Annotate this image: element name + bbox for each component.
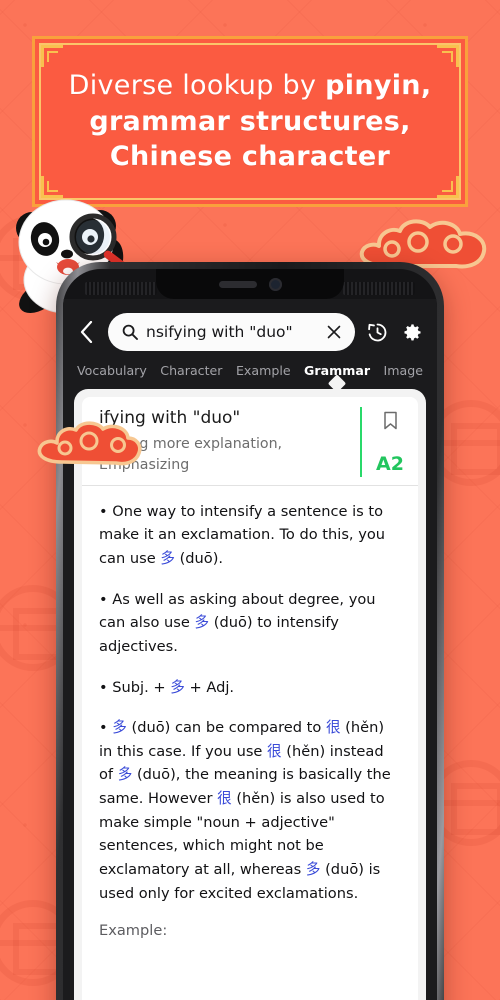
hanzi-term: 多 [112, 719, 127, 737]
search-icon [122, 324, 138, 340]
bookmark-button[interactable] [383, 411, 398, 434]
hanzi-term: 很 [217, 790, 232, 808]
paragraph-text: • Subj. + [99, 678, 171, 696]
paragraph-text: (duō) can be compared to [126, 719, 326, 737]
settings-button[interactable] [399, 319, 425, 345]
hanzi-term: 很 [325, 719, 341, 737]
earpiece-speaker-icon [218, 280, 257, 288]
content-panel: ifying with "duo" Adding more explanatio… [74, 389, 426, 1000]
cloud-decoration-icon [37, 421, 142, 466]
hanzi-term: 多 [194, 614, 210, 632]
history-clock-icon [367, 323, 386, 341]
app-screen: nsifying with "duo" Vocabulary Character… [63, 299, 437, 1000]
grammar-paragraph: • Subj. + 多 + Adj. [99, 676, 401, 700]
paragraph-text: • One way to intensify a sentence is to … [99, 502, 386, 567]
headline-banner: Diverse lookup by pinyin, grammar struct… [32, 36, 468, 207]
bookmark-outline-icon [383, 411, 397, 430]
phone-notch [156, 269, 344, 299]
tab-vocabulary[interactable]: Vocabulary [77, 363, 147, 389]
headline-text: Diverse lookup by pinyin, grammar struct… [53, 68, 448, 176]
hanzi-term: 很 [267, 742, 282, 760]
front-camera-icon [268, 277, 282, 291]
headline-line-1-plain: Diverse lookup by [68, 69, 326, 101]
grammar-card-header-side: A2 [360, 407, 418, 477]
speaker-grille [343, 282, 415, 295]
banner-corner-ornament [437, 45, 459, 67]
search-input[interactable]: nsifying with "duo" [108, 313, 355, 351]
clear-search-button[interactable] [325, 323, 343, 341]
hanzi-term: 多 [305, 861, 321, 879]
banner-corner-ornament [41, 45, 63, 67]
hanzi-term: 多 [160, 549, 175, 567]
grammar-card-body: • One way to intensify a sentence is to … [82, 486, 418, 1000]
headline-line-1-bold: pinyin, [325, 69, 432, 101]
search-toolbar: nsifying with "duo" [63, 299, 437, 361]
headline-line-3: Chinese character [109, 141, 391, 173]
grammar-paragraph: • As well as asking about degree, you ca… [99, 588, 401, 659]
tab-character[interactable]: Character [160, 363, 222, 389]
paragraph-text: + Adj. [184, 678, 235, 696]
tab-bar: Vocabulary Character Example Grammar Ima… [63, 361, 437, 389]
grammar-paragraph: • One way to intensify a sentence is to … [99, 500, 401, 571]
close-icon [327, 325, 341, 339]
tab-example[interactable]: Example [236, 363, 291, 389]
search-input-value: nsifying with "duo" [146, 323, 293, 341]
paragraph-text: (duō). [174, 549, 224, 567]
paragraph-text: • [99, 719, 113, 737]
tab-grammar[interactable]: Grammar [304, 363, 370, 389]
gear-icon [403, 323, 421, 340]
headline-line-2: grammar structures, [89, 105, 411, 137]
banner-corner-ornament [437, 176, 459, 198]
level-badge: A2 [376, 452, 404, 475]
grammar-card: ifying with "duo" Adding more explanatio… [82, 397, 418, 1000]
tab-image[interactable]: Image [384, 363, 423, 389]
example-label: Example: [99, 922, 168, 940]
hanzi-term: 多 [170, 678, 185, 696]
back-button[interactable] [73, 317, 99, 347]
speaker-grille [85, 282, 157, 295]
phone-screen-frame: nsifying with "duo" Vocabulary Character… [63, 269, 437, 1000]
grammar-paragraph: • 多 (duō) can be compared to 很 (hěn) in … [99, 716, 401, 905]
chevron-left-icon [80, 321, 92, 343]
hanzi-term: 多 [117, 766, 133, 784]
history-button[interactable] [364, 319, 390, 345]
phone-mockup: nsifying with "duo" Vocabulary Character… [56, 262, 444, 1000]
